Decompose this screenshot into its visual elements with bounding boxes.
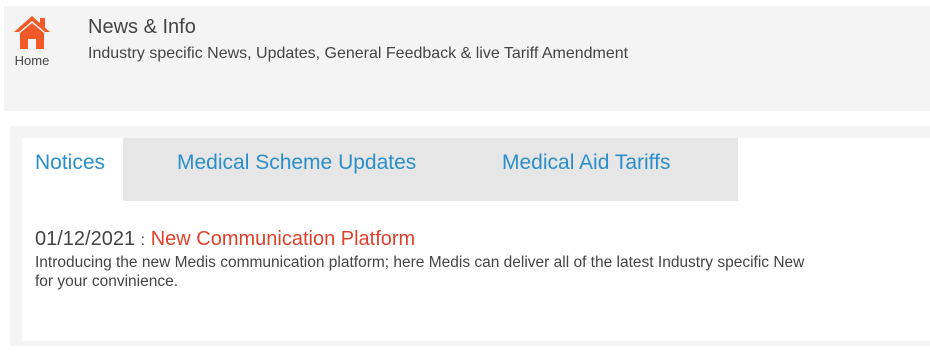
home-button[interactable]: Home [10, 14, 54, 68]
tab-medical-aid-tariffs[interactable]: Medical Aid Tariffs [502, 138, 670, 201]
tab-medical-scheme-updates[interactable]: Medical Scheme Updates [177, 138, 416, 201]
notice-separator: : [140, 232, 146, 249]
header-bar: Home News & Info Industry specific News,… [4, 6, 930, 111]
content-panel: Notices Medical Scheme Updates Medical A… [10, 126, 930, 346]
notice-body-line: Introducing the new Medis communication … [35, 254, 805, 271]
tab-notices[interactable]: Notices [22, 138, 123, 201]
home-label: Home [14, 53, 50, 68]
page-subtitle: Industry specific News, Updates, General… [88, 45, 629, 62]
notice-heading: 01/12/2021 : New Communication Platform [35, 228, 415, 251]
news-card: Notices Medical Scheme Updates Medical A… [22, 138, 930, 341]
tab-bar: Notices Medical Scheme Updates Medical A… [22, 138, 738, 201]
notice-title-link[interactable]: New Communication Platform [151, 228, 416, 250]
notice-date: 01/12/2021 [35, 228, 136, 250]
notice-body: Introducing the new Medis communication … [35, 253, 930, 291]
notice-body-line: for your convinience. [35, 273, 179, 290]
home-icon [14, 16, 50, 49]
page-title: News & Info [88, 16, 196, 38]
